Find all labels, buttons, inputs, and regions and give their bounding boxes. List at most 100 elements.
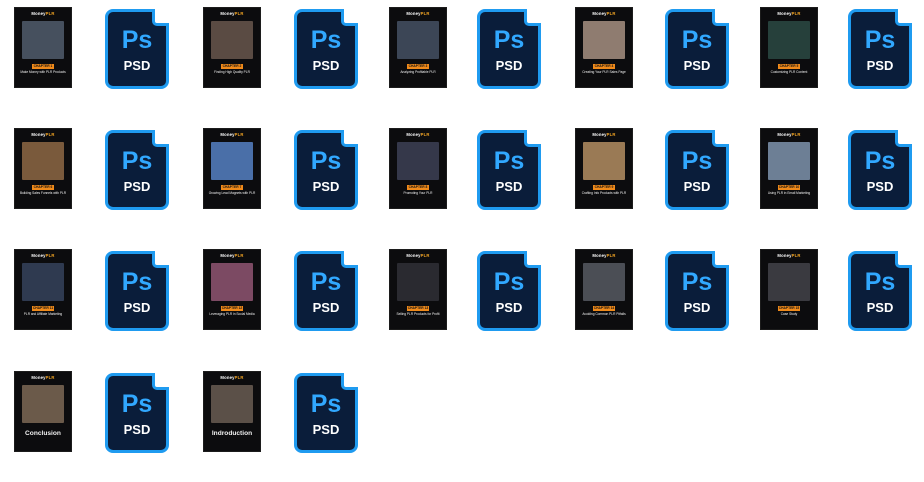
photoshop-psd-file-icon[interactable]: Ps PSD bbox=[477, 9, 541, 89]
chapter-title: Customizing PLR Content bbox=[770, 70, 808, 74]
ps-badge-text: Ps bbox=[493, 268, 525, 296]
photoshop-psd-file-icon[interactable]: Ps PSD bbox=[665, 9, 729, 89]
chapter-cover-thumbnail[interactable]: MoneyPLR CHAPTER 10 Using PLR in Email Mar… bbox=[761, 129, 817, 208]
chapter-cover-thumbnail[interactable]: MoneyPLR CHAPTER 7 Growing Lead Magnets wi… bbox=[204, 129, 260, 208]
cover-artwork bbox=[768, 263, 810, 301]
file-extension-label: PSD bbox=[683, 58, 711, 73]
cover-brand-logo: MoneyPLR bbox=[390, 132, 446, 137]
cover-artwork bbox=[768, 21, 810, 59]
cover-artwork bbox=[211, 21, 253, 59]
file-extension-label: PSD bbox=[866, 58, 894, 73]
chapter-cover-thumbnail[interactable]: MoneyPLR Conclusion bbox=[15, 372, 71, 451]
chapter-cover-thumbnail[interactable]: MoneyPLR CHAPTER 12 Leveraging PLR in Soci… bbox=[204, 250, 260, 329]
file-grid: MoneyPLR CHAPTER 1 Make Money with PLR Pro… bbox=[0, 0, 924, 482]
brand-suffix: PLR bbox=[234, 11, 244, 16]
brand-name: Money bbox=[592, 132, 607, 137]
chapter-title: Make Money with PLR Products bbox=[20, 70, 66, 74]
file-extension-label: PSD bbox=[312, 300, 340, 315]
brand-name: Money bbox=[220, 132, 235, 137]
photoshop-psd-file-icon[interactable]: Ps PSD bbox=[105, 251, 169, 331]
chapter-cover-thumbnail[interactable]: MoneyPLR CHAPTER 8 Promoting Your PLR bbox=[390, 129, 446, 208]
cover-artwork bbox=[211, 142, 253, 180]
chapter-title: Promoting Your PLR bbox=[403, 191, 433, 195]
photoshop-psd-file-icon[interactable]: Ps PSD bbox=[848, 251, 912, 331]
photoshop-psd-file-icon[interactable]: Ps PSD bbox=[848, 9, 912, 89]
chapter-title: PLR and Affiliate Marketing bbox=[23, 312, 63, 316]
brand-suffix: PLR bbox=[791, 11, 801, 16]
photoshop-psd-file-icon[interactable]: Ps PSD bbox=[477, 130, 541, 210]
chapter-title: Avoiding Common PLR Pitfalls bbox=[582, 312, 626, 316]
chapter-badge: CHAPTER 15 bbox=[778, 306, 800, 311]
file-extension-label: PSD bbox=[312, 179, 340, 194]
cover-artwork bbox=[22, 263, 64, 301]
cover-artwork bbox=[397, 263, 439, 301]
photoshop-psd-file-icon[interactable]: Ps PSD bbox=[294, 373, 358, 453]
brand-suffix: PLR bbox=[234, 375, 244, 380]
chapter-cover-thumbnail[interactable]: MoneyPLR CHAPTER 9 Crafting Info Products … bbox=[576, 129, 632, 208]
file-extension-label: PSD bbox=[866, 179, 894, 194]
chapter-cover-thumbnail[interactable]: MoneyPLR CHAPTER 13 Selling PLR Products f… bbox=[390, 250, 446, 329]
file-extension-label: PSD bbox=[123, 300, 151, 315]
brand-name: Money bbox=[31, 11, 46, 16]
file-extension-label: PSD bbox=[495, 58, 523, 73]
photoshop-psd-file-icon[interactable]: Ps PSD bbox=[105, 130, 169, 210]
photoshop-psd-file-icon[interactable]: Ps PSD bbox=[294, 130, 358, 210]
chapter-title: Using PLR in Email Marketing bbox=[767, 191, 811, 195]
chapter-cover-thumbnail[interactable]: MoneyPLR CHAPTER 2 Finding High Quality PL… bbox=[204, 8, 260, 87]
chapter-title: Selling PLR Products for Profit bbox=[396, 312, 440, 316]
file-extension-label: PSD bbox=[123, 58, 151, 73]
brand-name: Money bbox=[592, 253, 607, 258]
chapter-cover-thumbnail[interactable]: MoneyPLR Indroduction bbox=[204, 372, 260, 451]
photoshop-psd-file-icon[interactable]: Ps PSD bbox=[105, 9, 169, 89]
chapter-cover-thumbnail[interactable]: MoneyPLR CHAPTER 3 Analyzing Profitable PL… bbox=[390, 8, 446, 87]
ps-badge-text: Ps bbox=[310, 147, 342, 175]
chapter-badge: CHAPTER 9 bbox=[593, 185, 615, 190]
cover-brand-logo: MoneyPLR bbox=[204, 11, 260, 16]
chapter-title: Analyzing Profitable PLR bbox=[400, 70, 436, 74]
cover-brand-logo: MoneyPLR bbox=[761, 132, 817, 137]
chapter-cover-thumbnail[interactable]: MoneyPLR CHAPTER 15 Case Study bbox=[761, 250, 817, 329]
chapter-badge: CHAPTER 8 bbox=[407, 185, 429, 190]
chapter-cover-thumbnail[interactable]: MoneyPLR CHAPTER 6 Building Sales Funnels … bbox=[15, 129, 71, 208]
chapter-cover-thumbnail[interactable]: MoneyPLR CHAPTER 4 Creating Your PLR Sales… bbox=[576, 8, 632, 87]
cover-artwork bbox=[22, 142, 64, 180]
cover-brand-logo: MoneyPLR bbox=[576, 11, 632, 16]
chapter-badge: CHAPTER 13 bbox=[407, 306, 429, 311]
chapter-title: Crafting Info Products with PLR bbox=[581, 191, 627, 195]
cover-artwork bbox=[397, 142, 439, 180]
chapter-cover-thumbnail[interactable]: MoneyPLR CHAPTER 5 Customizing PLR Content bbox=[761, 8, 817, 87]
chapter-cover-thumbnail[interactable]: MoneyPLR CHAPTER 1 Make Money with PLR Pro… bbox=[15, 8, 71, 87]
brand-suffix: PLR bbox=[791, 253, 801, 258]
cover-artwork bbox=[583, 142, 625, 180]
photoshop-psd-file-icon[interactable]: Ps PSD bbox=[294, 251, 358, 331]
chapter-title: Case Study bbox=[780, 312, 798, 316]
cover-artwork bbox=[22, 385, 64, 423]
ps-badge-text: Ps bbox=[121, 147, 153, 175]
chapter-cover-thumbnail[interactable]: MoneyPLR CHAPTER 11 PLR and Affiliate Mark… bbox=[15, 250, 71, 329]
photoshop-psd-file-icon[interactable]: Ps PSD bbox=[477, 251, 541, 331]
brand-name: Money bbox=[31, 375, 46, 380]
ps-badge-text: Ps bbox=[681, 268, 713, 296]
cover-brand-logo: MoneyPLR bbox=[204, 253, 260, 258]
cover-brand-logo: MoneyPLR bbox=[761, 253, 817, 258]
cover-brand-logo: MoneyPLR bbox=[390, 253, 446, 258]
cover-brand-logo: MoneyPLR bbox=[15, 375, 71, 380]
brand-name: Money bbox=[220, 11, 235, 16]
chapter-cover-thumbnail[interactable]: MoneyPLR CHAPTER 14 Avoiding Common PLR Pi… bbox=[576, 250, 632, 329]
brand-name: Money bbox=[31, 253, 46, 258]
photoshop-psd-file-icon[interactable]: Ps PSD bbox=[848, 130, 912, 210]
photoshop-psd-file-icon[interactable]: Ps PSD bbox=[105, 373, 169, 453]
cover-brand-logo: MoneyPLR bbox=[15, 132, 71, 137]
ps-badge-text: Ps bbox=[310, 26, 342, 54]
brand-name: Money bbox=[220, 253, 235, 258]
photoshop-psd-file-icon[interactable]: Ps PSD bbox=[665, 251, 729, 331]
photoshop-psd-file-icon[interactable]: Ps PSD bbox=[294, 9, 358, 89]
cover-brand-logo: MoneyPLR bbox=[15, 11, 71, 16]
photoshop-psd-file-icon[interactable]: Ps PSD bbox=[665, 130, 729, 210]
brand-suffix: PLR bbox=[45, 132, 55, 137]
brand-suffix: PLR bbox=[606, 11, 616, 16]
file-extension-label: PSD bbox=[123, 179, 151, 194]
brand-suffix: PLR bbox=[234, 132, 244, 137]
chapter-title: Leveraging PLR in Social Media bbox=[209, 312, 255, 316]
brand-name: Money bbox=[777, 132, 792, 137]
